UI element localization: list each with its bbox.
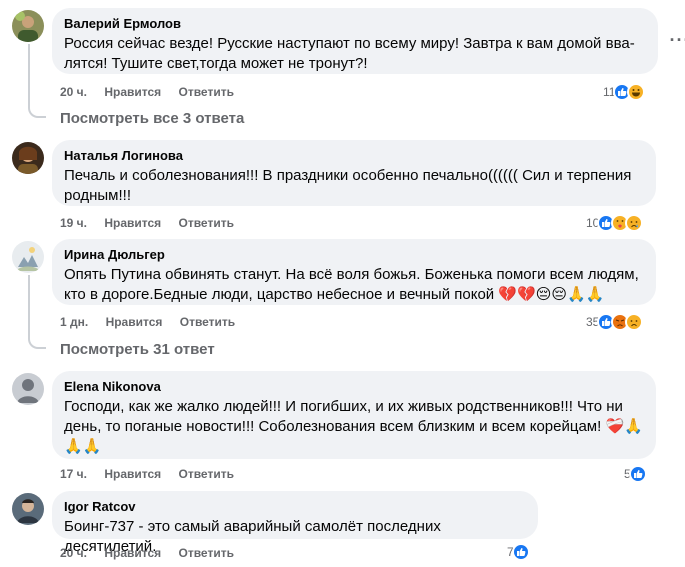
reaction-summary[interactable]: 10 — [586, 213, 644, 233]
reaction-summary[interactable]: 7 — [507, 542, 530, 562]
sad-icon — [625, 313, 644, 331]
thread-line — [28, 275, 30, 337]
comment-timestamp[interactable]: 20 ч. — [60, 84, 87, 100]
comment-timestamp[interactable]: 17 ч. — [60, 466, 87, 482]
comment-author[interactable]: Валерий Ермолов — [64, 16, 646, 32]
comment-text: Господи, как же жалко людей!!! И погибши… — [64, 398, 643, 455]
reaction-summary[interactable]: 5 — [624, 464, 647, 484]
reaction-summary[interactable]: 11 — [603, 82, 646, 102]
comment-bubble: Валерий Ермолов Россия сейчас везде! Рус… — [52, 8, 658, 74]
like-icon — [511, 543, 530, 561]
like-icon — [628, 465, 647, 483]
comment-text: Опять Путина обвинять станут. На всё вол… — [64, 266, 639, 303]
thread-line — [28, 44, 30, 106]
like-button[interactable]: Нравится — [106, 314, 163, 330]
like-button[interactable]: Нравится — [104, 545, 161, 561]
reply-button[interactable]: Ответить — [179, 215, 234, 231]
view-replies-link[interactable]: Посмотреть 31 ответ — [60, 340, 215, 360]
avatar[interactable] — [12, 142, 44, 174]
comment-bubble: Наталья Логинова Печаль и соболезнования… — [52, 140, 656, 206]
thread-connector — [28, 337, 46, 349]
comment-timestamp[interactable]: 19 ч. — [60, 215, 87, 231]
comment-bubble: Igor Ratcov Боинг-737 - это самый аварий… — [52, 491, 538, 555]
comment-actions: 19 ч. Нравится Ответить — [60, 215, 248, 231]
reaction-summary[interactable]: 35 — [586, 312, 644, 332]
comment-actions: 1 дн. Нравится Ответить — [60, 314, 249, 330]
more-options-icon[interactable]: ··· — [664, 24, 685, 56]
avatar[interactable] — [12, 241, 44, 273]
thread-connector — [28, 106, 46, 118]
comment-timestamp[interactable]: 20 ч. — [60, 545, 87, 561]
comment-bubble: Elena Nikonova Господи, как же жалко люд… — [52, 371, 656, 459]
reply-button[interactable]: Ответить — [180, 314, 235, 330]
comment-bubble: Ирина Дюльгер Опять Путина обвинять стан… — [52, 239, 656, 305]
reply-button[interactable]: Ответить — [179, 545, 234, 561]
comment-actions: 20 ч. Нравится Ответить — [60, 84, 248, 100]
like-button[interactable]: Нравится — [104, 466, 161, 482]
comment-author[interactable]: Ирина Дюльгер — [64, 247, 644, 263]
comment-actions: 20 ч. Нравится Ответить — [60, 545, 248, 561]
comment-text: Россия сейчас везде! Русские наступают п… — [64, 35, 635, 72]
haha-icon — [627, 83, 646, 101]
like-button[interactable]: Нравится — [104, 215, 161, 231]
comment-text: Печаль и соболезнования!!! В праздники о… — [64, 167, 632, 204]
avatar[interactable] — [12, 493, 44, 525]
comment-author[interactable]: Igor Ratcov — [64, 499, 526, 515]
like-button[interactable]: Нравится — [104, 84, 161, 100]
reply-button[interactable]: Ответить — [179, 466, 234, 482]
comment-actions: 17 ч. Нравится Ответить — [60, 466, 248, 482]
comment-timestamp[interactable]: 1 дн. — [60, 314, 88, 330]
avatar[interactable] — [12, 10, 44, 42]
comment-author[interactable]: Elena Nikonova — [64, 379, 644, 395]
comment-author[interactable]: Наталья Логинова — [64, 148, 644, 164]
sad-icon — [625, 214, 644, 232]
reply-button[interactable]: Ответить — [179, 84, 234, 100]
view-replies-link[interactable]: Посмотреть все 3 ответа — [60, 109, 244, 129]
avatar[interactable] — [12, 373, 44, 405]
